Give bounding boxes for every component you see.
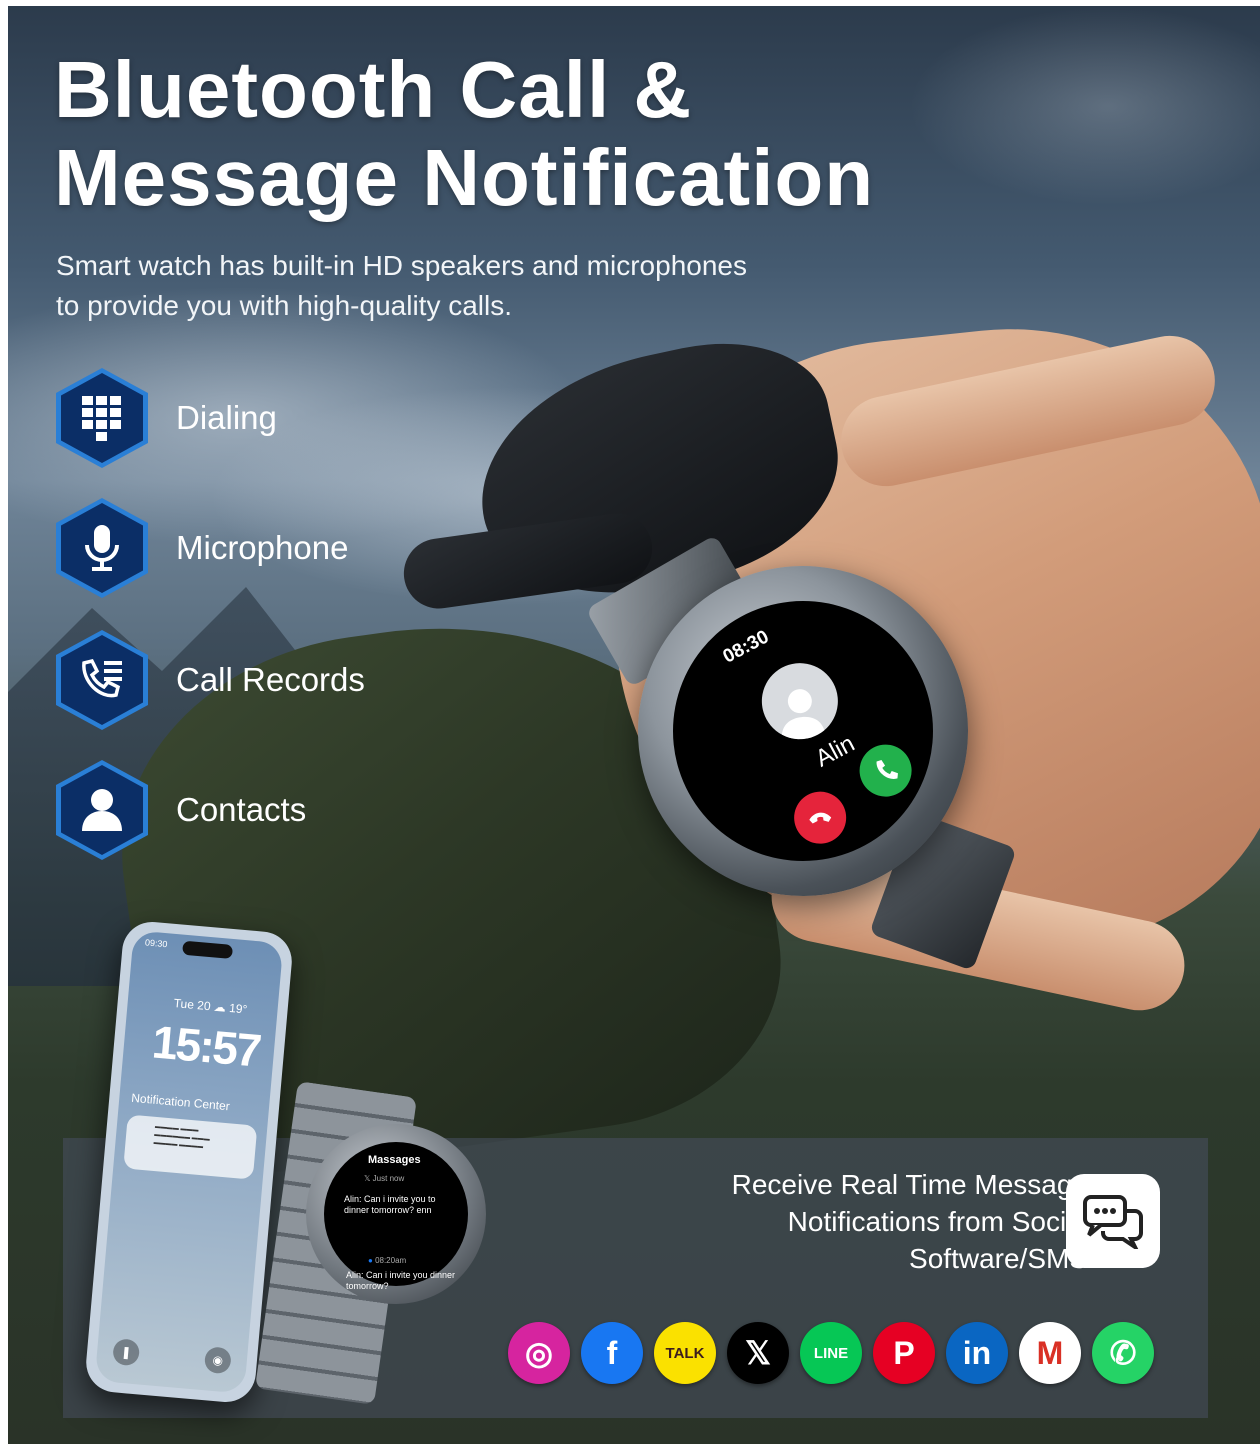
decline-call-button[interactable] bbox=[791, 789, 849, 847]
feature-call-records: Call Records bbox=[56, 630, 476, 730]
notification-card[interactable]: ▬▬▬▬ ▬▬▬ ▬▬▬▬▬▬ ▬▬▬ ▬▬▬▬ ▬▬▬▬ bbox=[123, 1114, 258, 1180]
x-icon: 𝕏 bbox=[727, 1322, 789, 1384]
x-icon: 𝕏 bbox=[364, 1174, 373, 1183]
feature-microphone: Microphone bbox=[56, 498, 476, 598]
notification-center-label: Notification Center bbox=[130, 1090, 231, 1114]
hero-background: Bluetooth Call & Message Notification Sm… bbox=[8, 6, 1260, 1444]
subtitle: Smart watch has built-in HD speakers and… bbox=[56, 246, 816, 326]
cloud-icon: ☁ bbox=[213, 999, 227, 1015]
message-text: Alin: Can i invite you to dinner tomorro… bbox=[344, 1194, 436, 1215]
caller-avatar bbox=[758, 659, 842, 743]
accept-call-button[interactable] bbox=[857, 742, 915, 800]
headline-line2: Message Notification bbox=[54, 133, 875, 222]
messages-title: Massages bbox=[368, 1154, 421, 1166]
facebook-icon: f bbox=[581, 1322, 643, 1384]
pinterest-icon: P bbox=[873, 1322, 935, 1384]
contact-icon bbox=[82, 789, 122, 831]
cloud bbox=[908, 6, 1260, 206]
subtitle-line2: to provide you with high-quality calls. bbox=[56, 290, 513, 321]
hex-badge bbox=[56, 368, 148, 468]
feature-label: Microphone bbox=[176, 529, 349, 566]
social-apps-row: ◎ f TALK 𝕏 LINE Pin M ✆ bbox=[508, 1322, 1168, 1388]
watch-case: Massages 𝕏 Just now Alin: Can i invite y… bbox=[306, 1124, 486, 1304]
watch-time: 08:30 bbox=[719, 626, 773, 668]
watch-screen: Massages 𝕏 Just now Alin: Can i invite y… bbox=[324, 1142, 468, 1291]
hang-up-icon bbox=[809, 812, 832, 824]
flashlight-icon[interactable]: ❚ bbox=[112, 1338, 141, 1367]
avatar-icon bbox=[781, 689, 826, 742]
subtitle-line1: Smart watch has built-in HD speakers and… bbox=[56, 250, 747, 281]
hex-badge bbox=[56, 630, 148, 730]
feature-label: Call Records bbox=[176, 661, 365, 698]
panel-line1: Receive Real Time Message bbox=[731, 1169, 1088, 1200]
hex-badge bbox=[56, 498, 148, 598]
watch-screen: 08:30 Alin bbox=[660, 588, 946, 874]
date-text: Tue 20 bbox=[173, 996, 212, 1014]
weather-text: 19° bbox=[228, 1000, 248, 1017]
panel-line3: Software/SMS bbox=[909, 1243, 1088, 1274]
lockscreen-clock: 15:57 bbox=[150, 1015, 262, 1077]
linkedin-icon: in bbox=[946, 1322, 1008, 1384]
feature-label: Contacts bbox=[176, 791, 307, 828]
phone-screen: 09:30 Tue 20 ☁ 19° 15:57 Notification Ce… bbox=[94, 930, 284, 1394]
whatsapp-icon: ✆ bbox=[1092, 1322, 1154, 1384]
gmail-icon: M bbox=[1019, 1322, 1081, 1384]
notification-preview: ▬▬▬▬ ▬▬▬ ▬▬▬▬▬▬ ▬▬▬ ▬▬▬▬ ▬▬▬▬ bbox=[153, 1123, 210, 1151]
kakaotalk-icon: TALK bbox=[654, 1322, 716, 1384]
feature-dialing: Dialing bbox=[56, 368, 476, 468]
instagram-icon: ◎ bbox=[508, 1322, 570, 1384]
phone-icon bbox=[876, 759, 898, 779]
panel-line2: Notifications from Social bbox=[787, 1206, 1088, 1237]
caller-name: Alin bbox=[811, 729, 860, 773]
smartwatch-messages: Massages 𝕏 Just now Alin: Can i invite y… bbox=[255, 1081, 488, 1405]
phone-notch bbox=[182, 940, 234, 959]
message-text: Alin: Can i invite you dinner tomorrow? bbox=[346, 1270, 456, 1291]
microphone-icon bbox=[85, 525, 119, 571]
message-timestamp: 𝕏 Just now bbox=[364, 1174, 405, 1183]
line-icon: LINE bbox=[800, 1322, 862, 1384]
lockscreen-date: Tue 20 ☁ 19° bbox=[173, 996, 248, 1016]
headline-line1: Bluetooth Call & bbox=[54, 45, 693, 134]
lockscreen-shortcuts: ❚ ◉ bbox=[112, 1338, 232, 1375]
message-timestamp: ● 08:20am bbox=[368, 1256, 407, 1265]
dialpad-icon bbox=[82, 396, 121, 441]
hex-badge bbox=[56, 760, 148, 860]
call-records-icon bbox=[82, 658, 122, 698]
facebook-icon: ● bbox=[368, 1256, 376, 1265]
chat-bubbles-icon bbox=[1066, 1174, 1160, 1268]
status-time: 09:30 bbox=[144, 937, 168, 950]
camera-icon[interactable]: ◉ bbox=[203, 1346, 232, 1375]
feature-label: Dialing bbox=[176, 399, 277, 436]
headline: Bluetooth Call & Message Notification bbox=[54, 46, 874, 222]
panel-text: Receive Real Time Message Notifications … bbox=[668, 1166, 1088, 1277]
feature-contacts: Contacts bbox=[56, 760, 476, 860]
